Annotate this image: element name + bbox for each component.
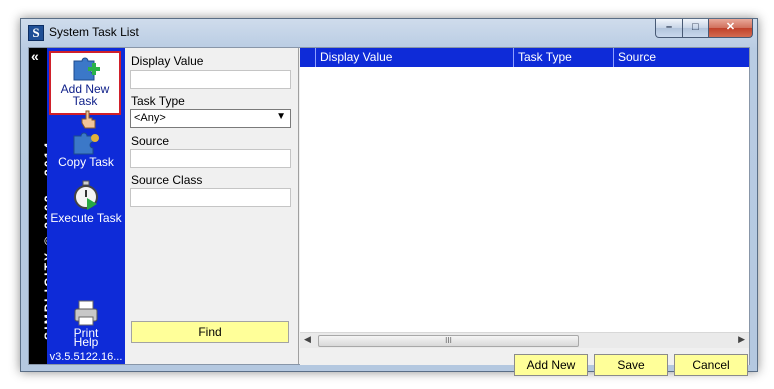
add-new-task-button[interactable]: Add New Task	[49, 51, 121, 115]
copy-task-label: Copy Task	[58, 155, 114, 169]
task-grid[interactable]: Display Value Task Type Source ◀ III ▶	[300, 48, 749, 348]
collapse-panel-icon[interactable]: «	[31, 48, 39, 64]
app-logo-icon: S	[28, 25, 44, 41]
window-title: System Task List	[49, 25, 139, 39]
task-type-label: Task Type	[131, 94, 185, 108]
minimize-button[interactable]: –	[655, 19, 683, 38]
horizontal-scrollbar[interactable]: ◀ III ▶	[300, 332, 749, 348]
add-new-task-label: Add New Task	[60, 82, 110, 108]
row-selector-header	[300, 48, 316, 67]
display-value-label: Display Value	[131, 54, 204, 68]
execute-task-button[interactable]: Execute Task	[47, 180, 125, 224]
source-label: Source	[131, 134, 170, 148]
system-task-list-window: S System Task List – □ ✕ « SIMPLICITY © …	[20, 18, 758, 376]
add-task-puzzle-icon	[73, 57, 100, 81]
display-value-input[interactable]	[130, 70, 291, 89]
maximize-button[interactable]: □	[683, 19, 709, 38]
title-bar[interactable]: S System Task List – □ ✕	[21, 19, 757, 47]
help-button[interactable]: Help	[47, 336, 125, 348]
column-header-display-value[interactable]: Display Value	[316, 48, 514, 67]
dropdown-arrow-icon: ▼	[276, 111, 286, 122]
action-panel: Add New Task Copy Task Execute Task Prin…	[47, 48, 125, 364]
scroll-left-arrow-icon[interactable]: ◀	[304, 334, 311, 345]
source-class-input[interactable]	[130, 188, 291, 207]
task-type-select[interactable]: <Any> ▼	[130, 109, 291, 128]
cancel-button[interactable]: Cancel	[674, 354, 748, 376]
grid-header: Display Value Task Type Source	[300, 48, 749, 67]
version-text: v3.5.5122.16...	[49, 351, 123, 363]
help-label: Help	[73, 335, 99, 349]
stopwatch-play-icon	[74, 180, 98, 210]
column-header-source[interactable]: Source	[614, 48, 749, 67]
hand-cursor-icon	[81, 110, 96, 129]
column-header-task-type[interactable]: Task Type	[514, 48, 614, 67]
close-button[interactable]: ✕	[709, 19, 753, 38]
brand-strip: « SIMPLICITY © 2002 - 2014	[29, 48, 56, 364]
source-class-label: Source Class	[131, 173, 203, 187]
scrollbar-thumb[interactable]: III	[318, 335, 579, 347]
add-new-button[interactable]: Add New	[514, 354, 588, 376]
find-button[interactable]: Find	[131, 321, 289, 343]
print-button[interactable]: Print	[47, 299, 125, 339]
source-input[interactable]	[130, 149, 291, 168]
execute-task-label: Execute Task	[50, 211, 122, 225]
scroll-right-arrow-icon[interactable]: ▶	[738, 334, 745, 345]
copy-task-puzzle-icon	[73, 132, 99, 155]
client-area: « SIMPLICITY © 2002 - 2014 Add New Task	[28, 47, 750, 376]
printer-icon	[74, 300, 98, 326]
copy-task-button[interactable]: Copy Task	[47, 130, 125, 168]
filter-panel: Display Value Task Type <Any> ▼ Source S…	[125, 48, 299, 364]
task-type-selected-value: <Any>	[134, 112, 166, 124]
save-button[interactable]: Save	[594, 354, 668, 376]
